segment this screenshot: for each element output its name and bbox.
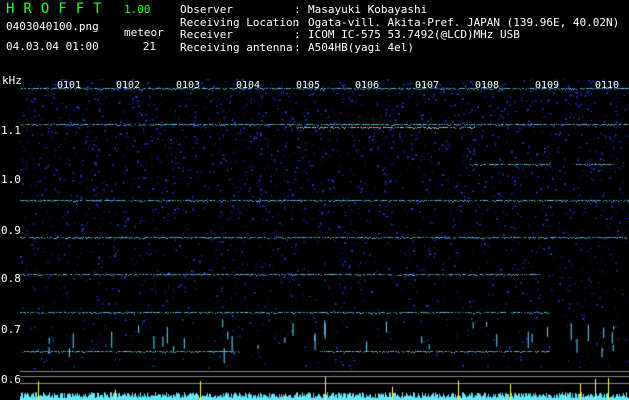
time-tick-0105: 0105	[296, 80, 321, 91]
info-row-antenna: Receiving antenna: A504HB(yagi 4el)	[180, 40, 414, 54]
freq-tick-1-1: 1.1	[1, 124, 21, 137]
time-tick-0106: 0106	[355, 80, 380, 91]
spectrogram-canvas	[20, 79, 629, 400]
time-tick-0102: 0102	[116, 80, 141, 91]
freq-tick-0-7: 0.7	[1, 323, 21, 336]
meteor-count: 21	[142, 40, 156, 53]
time-tick-0109: 0109	[535, 80, 560, 91]
freq-tick-0-8: 0.8	[1, 272, 21, 285]
time-tick-0101: 0101	[57, 80, 82, 91]
frequency-unit: kHz	[2, 74, 22, 87]
time-tick-0103: 0103	[176, 80, 201, 91]
meteor-label: meteor	[124, 26, 164, 39]
time-tick-0110: 0110	[595, 80, 620, 91]
time-tick-0104: 0104	[236, 80, 261, 91]
version: 1.00	[124, 3, 151, 16]
time-tick-0108: 0108	[475, 80, 500, 91]
freq-tick-1-0: 1.0	[1, 173, 21, 186]
header: HROFFT 1.00 0403040100.png meteor 04.03.…	[0, 0, 629, 72]
app-title: HROFFT	[6, 1, 111, 17]
station-info: Observer: Masayuki Kobayashi Receiving Lo…	[180, 3, 619, 54]
file-name: 0403040100.png	[6, 20, 99, 33]
freq-tick-0-9: 0.9	[1, 224, 21, 237]
time-tick-0107: 0107	[415, 80, 440, 91]
date-time: 04.03.04 01:00	[6, 40, 99, 53]
freq-tick-0-6: 0.6	[1, 373, 21, 386]
